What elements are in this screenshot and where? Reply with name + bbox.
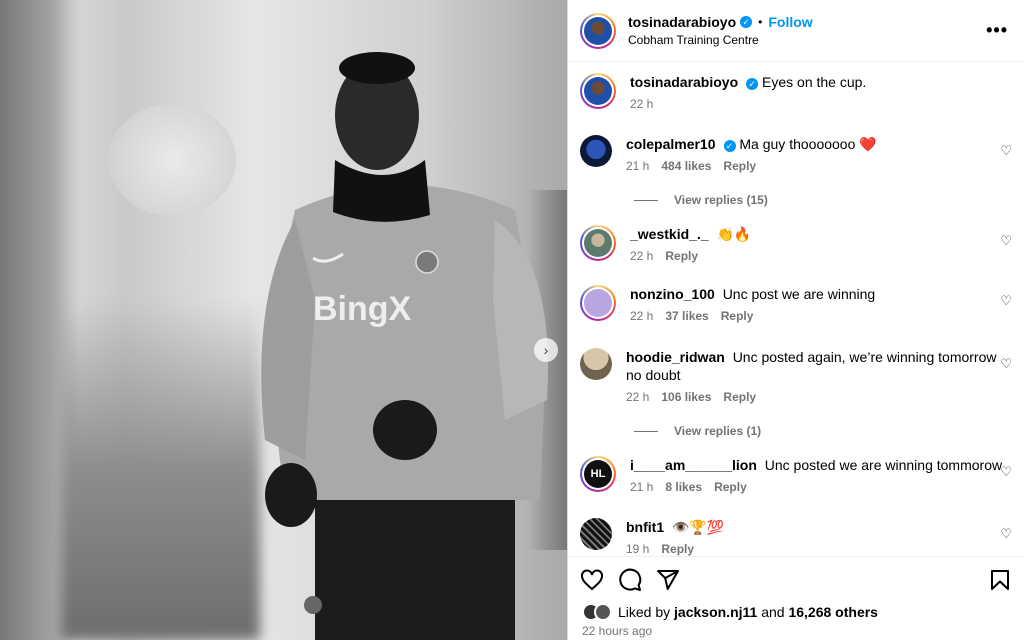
comment-time: 19 h (626, 542, 650, 556)
liked-by-others[interactable]: 16,268 others (788, 604, 878, 620)
post-actions: Liked by jackson.nj11 and 16,268 others … (568, 556, 1024, 640)
comment-item: hoodie_ridwan Unc posted again, we’re wi… (580, 348, 1012, 406)
view-replies-label: View replies (15) (674, 193, 768, 207)
post-side-panel: tosinadarabioyo ✓ • Follow Cobham Traini… (567, 0, 1024, 640)
reply-button[interactable]: Reply (721, 307, 754, 325)
comment-text: 👏🔥 (716, 226, 752, 242)
comment-username[interactable]: _westkid_._ (630, 226, 709, 242)
caption-time: 22 h (630, 97, 654, 111)
comment-time: 21 h (630, 480, 654, 494)
comment-avatar[interactable]: HL (580, 456, 616, 492)
heart-icon[interactable]: ♡ (1000, 526, 1012, 542)
liked-by-and: and (761, 604, 785, 620)
comment-icon[interactable] (618, 568, 642, 592)
caption-avatar[interactable] (580, 73, 616, 109)
comment-text: 👁️🏆💯 (672, 519, 725, 535)
comment-likes[interactable]: 8 likes (665, 478, 702, 496)
comment-time: 22 h (630, 249, 654, 263)
comment-text: Unc post we are winning (722, 286, 876, 302)
comment-text: Ma guy thooooooo ❤️ (739, 136, 877, 152)
comment-avatar[interactable] (580, 285, 616, 321)
comment-username[interactable]: hoodie_ridwan (626, 349, 725, 365)
instagram-post-view: BingX › tosinadarabioyo ✓ • Follow Cobha… (0, 0, 1024, 640)
reply-button[interactable]: Reply (714, 478, 747, 496)
reply-button[interactable]: Reply (723, 388, 756, 406)
post-location[interactable]: Cobham Training Centre (628, 33, 986, 47)
comment-username[interactable]: bnfit1 (626, 519, 664, 535)
verified-icon: ✓ (746, 78, 759, 90)
post-timestamp[interactable]: 22 hours ago (568, 621, 1024, 640)
separator-dot: • (758, 15, 763, 29)
post-photo[interactable]: BingX › (0, 0, 567, 640)
post-caption: tosinadarabioyo ✓ Eyes on the cup. 22 h (580, 73, 1012, 113)
comment-likes[interactable]: 106 likes (661, 388, 711, 406)
save-icon[interactable] (988, 568, 1012, 592)
heart-icon[interactable]: ♡ (1000, 356, 1012, 372)
comment-likes[interactable]: 484 likes (661, 157, 711, 175)
comment-text: Unc posted we are winning tommorow (764, 457, 1003, 473)
caption-text: Eyes on the cup. (762, 74, 867, 90)
verified-icon: ✓ (740, 16, 753, 28)
comment-avatar[interactable] (580, 518, 612, 550)
author-username[interactable]: tosinadarabioyo (628, 14, 736, 30)
divider (634, 199, 658, 201)
photo-bokeh-light (108, 104, 236, 216)
heart-icon[interactable]: ♡ (1000, 233, 1012, 249)
next-photo-button[interactable]: › (534, 338, 558, 362)
photo-background-blur-bottom (60, 300, 260, 640)
comment-likes[interactable]: 37 likes (665, 307, 708, 325)
shirt-sponsor-text: BingX (313, 290, 412, 328)
reply-button[interactable]: Reply (723, 157, 756, 175)
player-illustration: BingX (261, 52, 548, 640)
header-meta: tosinadarabioyo ✓ • Follow Cobham Traini… (628, 14, 986, 47)
comment-item: HL i____am______lion Unc posted we are w… (580, 456, 1012, 496)
comment-avatar[interactable] (580, 348, 612, 380)
comment-item: nonzino_100 Unc post we are winning 22 h… (580, 285, 1012, 325)
share-icon[interactable] (656, 568, 680, 592)
reply-button[interactable]: Reply (665, 247, 698, 265)
comment-item: bnfit1 👁️🏆💯 19 h Reply ♡ (580, 518, 1012, 556)
comment-username[interactable]: nonzino_100 (630, 286, 715, 302)
view-replies-label: View replies (1) (674, 424, 762, 438)
caption-username[interactable]: tosinadarabioyo (630, 74, 738, 90)
comment-time: 21 h (626, 159, 650, 173)
player-figure: BingX (255, 40, 555, 640)
heart-icon[interactable]: ♡ (1000, 464, 1012, 480)
liked-by-user[interactable]: jackson.nj11 (674, 604, 757, 620)
follow-button[interactable]: Follow (768, 14, 812, 30)
more-icon[interactable]: ••• (986, 20, 1008, 41)
comment-username[interactable]: colepalmer10 (626, 136, 716, 152)
liker-avatar[interactable] (594, 603, 612, 621)
comment-item: colepalmer10 ✓ Ma guy thooooooo ❤️ 21 h 4… (580, 135, 1012, 175)
action-bar (568, 557, 1024, 603)
post-header: tosinadarabioyo ✓ • Follow Cobham Traini… (568, 0, 1024, 62)
reply-button[interactable]: Reply (661, 540, 694, 556)
verified-icon: ✓ (723, 140, 736, 152)
heart-icon[interactable]: ♡ (1000, 293, 1012, 309)
heart-icon[interactable] (580, 568, 604, 592)
avatar-initials: HL (584, 460, 612, 488)
heart-icon[interactable]: ♡ (1000, 143, 1012, 159)
comment-avatar[interactable] (580, 135, 612, 167)
chevron-right-icon: › (543, 342, 549, 358)
author-avatar[interactable] (580, 12, 616, 49)
comment-avatar[interactable] (580, 225, 616, 261)
comment-time: 22 h (630, 309, 654, 323)
comments-list[interactable]: tosinadarabioyo ✓ Eyes on the cup. 22 h c… (568, 63, 1024, 556)
comment-item: _westkid_._ 👏🔥 22 h Reply ♡ (580, 225, 1012, 265)
comment-time: 22 h (626, 390, 650, 404)
comment-username[interactable]: i____am______lion (630, 457, 757, 473)
divider (634, 430, 658, 432)
liked-by-prefix: Liked by (618, 604, 671, 620)
view-replies-button[interactable]: View replies (15) (634, 193, 768, 207)
view-replies-button[interactable]: View replies (1) (634, 424, 761, 438)
likes-summary: Liked by jackson.nj11 and 16,268 others (568, 603, 1024, 621)
